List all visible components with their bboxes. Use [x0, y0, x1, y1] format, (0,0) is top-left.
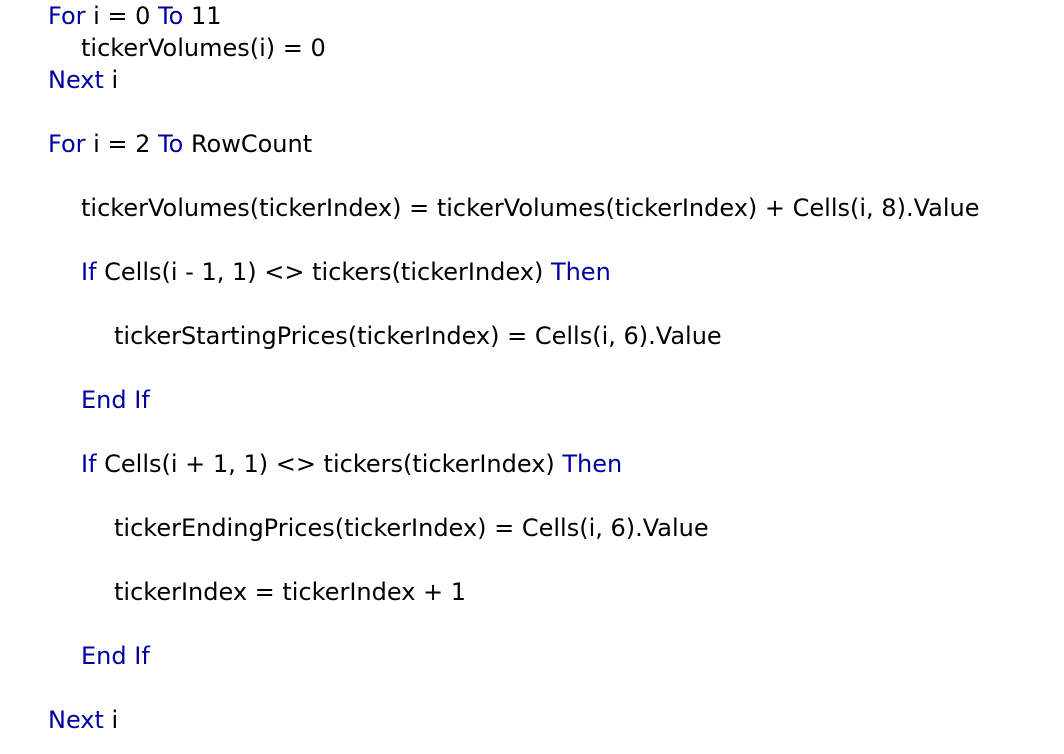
code-text: tickerIndex = tickerIndex + 1	[114, 578, 467, 606]
code-text: tickerStartingPrices(tickerIndex) = Cell…	[114, 322, 722, 350]
code-line: For i = 0 To 11	[48, 0, 222, 32]
code-keyword: End If	[81, 642, 150, 670]
code-keyword: Then	[562, 450, 623, 478]
code-text: tickerVolumes(tickerIndex) = tickerVolum…	[81, 194, 980, 222]
code-keyword: If	[81, 258, 97, 286]
code-line: tickerStartingPrices(tickerIndex) = Cell…	[114, 320, 722, 352]
code-keyword: To	[158, 130, 184, 158]
code-text: i = 0	[85, 2, 159, 30]
code-text: i = 2	[85, 130, 159, 158]
code-keyword: End If	[81, 386, 150, 414]
code-keyword: To	[158, 2, 184, 30]
code-keyword: Next	[48, 66, 104, 94]
code-text: i	[103, 66, 119, 94]
code-line: tickerEndingPrices(tickerIndex) = Cells(…	[114, 512, 709, 544]
code-editor: For i = 0 To 11 tickerVolumes(i) = 0 Nex…	[0, 0, 1064, 754]
code-line: tickerVolumes(tickerIndex) = tickerVolum…	[81, 192, 979, 224]
code-text: tickerVolumes(i) = 0	[81, 34, 326, 62]
code-text: Cells(i + 1, 1) <> tickers(tickerIndex)	[96, 450, 563, 478]
code-line: For i = 2 To RowCount	[48, 128, 312, 160]
code-keyword: Then	[550, 258, 611, 286]
code-keyword: Next	[48, 706, 104, 734]
code-line: End If	[81, 640, 150, 672]
code-keyword: For	[48, 2, 86, 30]
code-text: i	[103, 706, 119, 734]
code-text: RowCount	[183, 130, 313, 158]
code-keyword: For	[48, 130, 86, 158]
code-line: If Cells(i - 1, 1) <> tickers(tickerInde…	[81, 256, 611, 288]
code-line: Next i	[48, 704, 118, 736]
code-text: tickerEndingPrices(tickerIndex) = Cells(…	[114, 514, 709, 542]
code-line: Next i	[48, 64, 118, 96]
code-line: tickerVolumes(i) = 0	[81, 32, 326, 64]
code-line: End If	[81, 384, 150, 416]
code-text: Cells(i - 1, 1) <> tickers(tickerIndex)	[96, 258, 551, 286]
code-line: tickerIndex = tickerIndex + 1	[114, 576, 466, 608]
code-text: 11	[183, 2, 222, 30]
code-keyword: If	[81, 450, 97, 478]
code-line: If Cells(i + 1, 1) <> tickers(tickerInde…	[81, 448, 622, 480]
